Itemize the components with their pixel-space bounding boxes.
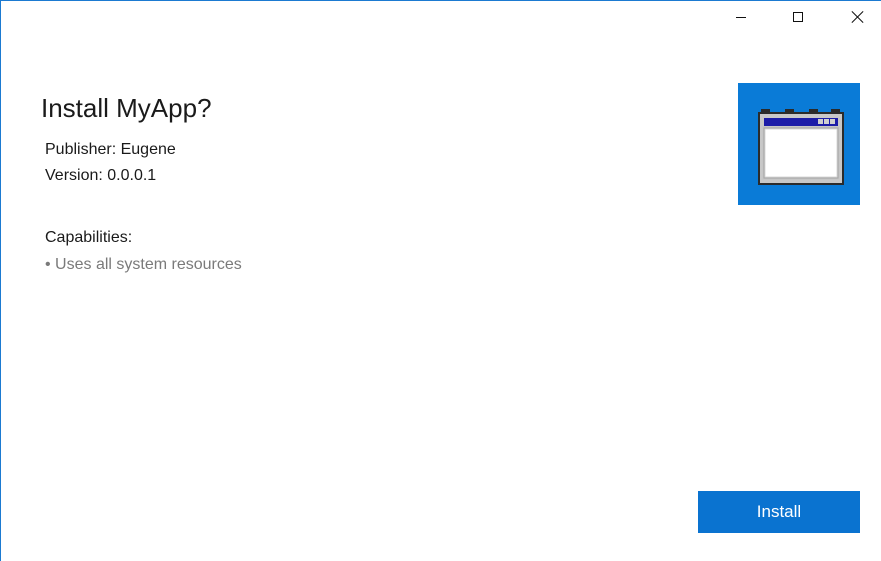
- close-button[interactable]: [835, 1, 881, 33]
- maximize-icon: [793, 12, 803, 22]
- minimize-button[interactable]: [718, 1, 764, 33]
- version-text: Version: 0.0.0.1: [45, 167, 157, 184]
- maximize-button[interactable]: [775, 1, 821, 33]
- capability-item: • Uses all system resources: [45, 256, 242, 273]
- install-button[interactable]: Install: [698, 491, 860, 533]
- capabilities-heading: Capabilities:: [45, 229, 133, 246]
- minimize-icon: [736, 16, 746, 18]
- publisher-text: Publisher: Eugene: [45, 141, 176, 158]
- installer-window: Install MyApp? Publisher: Eugene Version…: [0, 0, 881, 561]
- page-title: Install MyApp?: [41, 93, 212, 123]
- app-logo: [738, 83, 860, 205]
- close-icon: [852, 11, 864, 23]
- app-window-icon: [758, 109, 844, 185]
